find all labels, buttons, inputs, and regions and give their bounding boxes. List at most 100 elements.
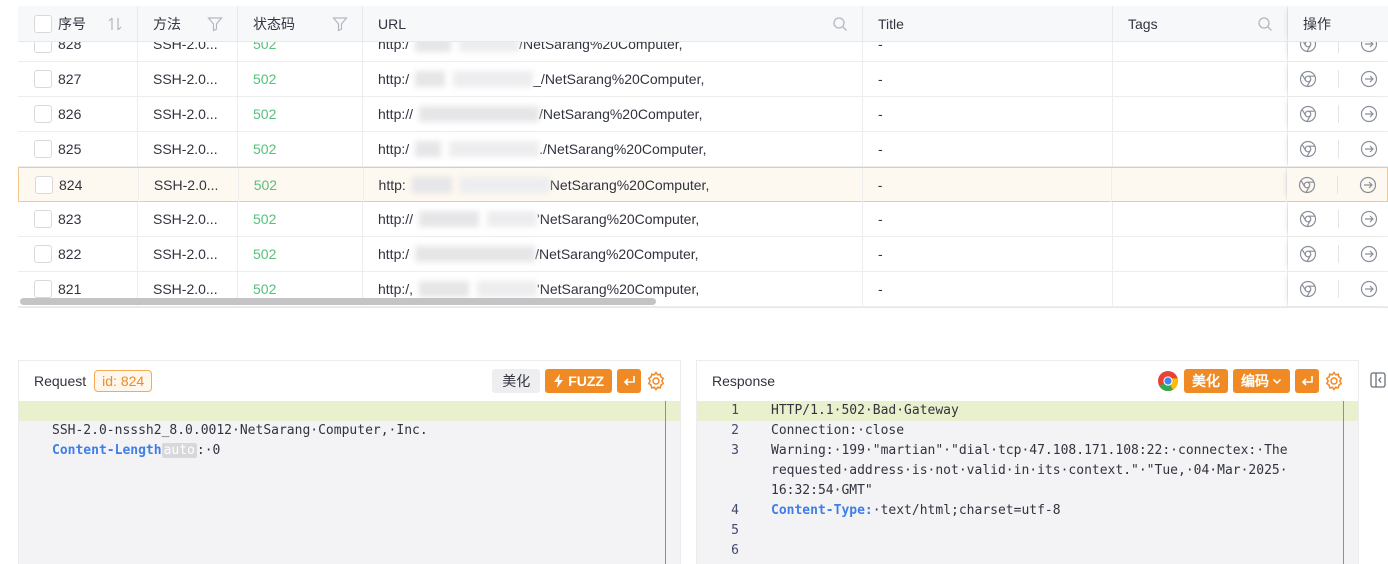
redacted-host bbox=[411, 177, 452, 193]
header-url[interactable]: URL bbox=[363, 6, 863, 42]
cell-title: - bbox=[863, 237, 1113, 271]
redacted-host bbox=[419, 281, 470, 297]
arrow-right-circle-icon[interactable] bbox=[1360, 70, 1378, 88]
wrap-icon bbox=[1301, 376, 1313, 386]
ops-divider bbox=[1337, 280, 1339, 298]
arrow-right-circle-icon[interactable] bbox=[1359, 176, 1377, 194]
arrow-right-circle-icon[interactable] bbox=[1360, 210, 1378, 228]
url-prefix: http:// bbox=[378, 211, 414, 227]
arrow-right-circle-icon[interactable] bbox=[1360, 105, 1378, 123]
cell-method: SSH-2.0... bbox=[138, 97, 238, 131]
cell-index: 824 bbox=[19, 168, 139, 202]
response-editor[interactable]: 1 HTTP/1.1·502·Bad·Gateway 2 Connection:·cl… bbox=[697, 401, 1358, 564]
header-value: ·text/html;charset=utf-8 bbox=[872, 503, 1061, 518]
row-checkbox[interactable] bbox=[34, 140, 52, 158]
arrow-right-circle-icon[interactable] bbox=[1360, 245, 1378, 263]
row-id: 823 bbox=[58, 211, 82, 227]
redacted-host bbox=[453, 71, 534, 87]
row-checkbox[interactable] bbox=[34, 245, 52, 263]
response-line: 3 Warning:·199·"martian"·"dial·tcp·47.108… bbox=[697, 441, 1358, 461]
cell-url: http:/ /NetSarang%20Computer, bbox=[363, 237, 863, 271]
url-suffix: NetSarang%20Computer, bbox=[549, 177, 710, 193]
chrome-icon[interactable] bbox=[1299, 70, 1317, 88]
select-all-checkbox[interactable] bbox=[34, 15, 52, 33]
row-checkbox[interactable] bbox=[34, 70, 52, 88]
chrome-icon[interactable] bbox=[1299, 245, 1317, 263]
table-row[interactable]: 824 SSH-2.0... 502 http: NetSarang%20Compute… bbox=[18, 167, 1388, 202]
header-url-label: URL bbox=[378, 16, 407, 32]
response-beautify-button[interactable]: 美化 bbox=[1184, 369, 1228, 393]
table-row[interactable]: 825 SSH-2.0... 502 http:/ ./NetSarang%20Comp… bbox=[18, 132, 1388, 167]
header-key: Content-Length bbox=[52, 443, 162, 458]
table-row[interactable]: 827 SSH-2.0... 502 http:/ _/NetSarang%20Comp… bbox=[18, 62, 1388, 97]
request-beautify-button[interactable]: 美化 bbox=[492, 369, 541, 393]
response-wrap-button[interactable] bbox=[1295, 369, 1319, 393]
row-checkbox[interactable] bbox=[34, 210, 52, 228]
editor-scroll-guide bbox=[1343, 401, 1344, 564]
search-icon[interactable] bbox=[1257, 16, 1273, 32]
filter-icon[interactable] bbox=[332, 16, 348, 32]
encode-dropdown[interactable]: 编码 bbox=[1233, 369, 1290, 393]
cell-url: http:// 'NetSarang%20Computer, bbox=[363, 202, 863, 236]
line-number: 5 bbox=[731, 523, 739, 538]
response-header: Response 美化 编码 bbox=[697, 361, 1358, 401]
chrome-icon[interactable] bbox=[1299, 105, 1317, 123]
row-checkbox[interactable] bbox=[34, 280, 52, 298]
cell-method: SSH-2.0... bbox=[138, 202, 238, 236]
header-title[interactable]: Title bbox=[863, 6, 1113, 42]
sort-icon[interactable] bbox=[107, 16, 123, 32]
table-row[interactable]: 823 SSH-2.0... 502 http:// 'NetSarang%20Comp… bbox=[18, 202, 1388, 237]
response-line: 1 HTTP/1.1·502·Bad·Gateway bbox=[697, 401, 1358, 421]
request-title: Request bbox=[34, 373, 87, 389]
header-ops-label: 操作 bbox=[1303, 16, 1331, 32]
request-id-tag: id: 824 bbox=[94, 370, 153, 392]
search-icon[interactable] bbox=[832, 16, 848, 32]
request-header: Request id: 824 美化 FUZZ bbox=[19, 361, 680, 401]
row-id: 826 bbox=[58, 106, 82, 122]
url-suffix: ./NetSarang%20Computer, bbox=[539, 141, 707, 157]
header-status[interactable]: 状态码 bbox=[238, 6, 363, 42]
cell-status: 502 bbox=[238, 132, 363, 166]
arrow-right-circle-icon[interactable] bbox=[1360, 280, 1378, 298]
request-wrap-button[interactable] bbox=[617, 369, 641, 393]
chrome-icon[interactable] bbox=[1299, 280, 1317, 298]
row-id: 821 bbox=[58, 281, 82, 297]
chrome-icon[interactable] bbox=[1298, 176, 1316, 194]
cell-ops bbox=[1288, 62, 1388, 96]
fuzz-button[interactable]: FUZZ bbox=[545, 369, 612, 393]
request-editor[interactable]: SSH-2.0-nsssh2_8.0.0012·NetSarang·Comput… bbox=[19, 401, 680, 564]
gear-icon[interactable] bbox=[646, 371, 666, 391]
row-id: 822 bbox=[58, 246, 82, 262]
header-value: :·0 bbox=[196, 443, 221, 458]
header-index[interactable]: 序号 bbox=[18, 6, 138, 42]
line-number: 4 bbox=[731, 503, 739, 518]
response-line: requested·address·is·not·valid·in·its·co… bbox=[697, 461, 1358, 481]
arrow-right-circle-icon[interactable] bbox=[1360, 140, 1378, 158]
line-number: 2 bbox=[731, 423, 739, 438]
url-prefix: http:// bbox=[378, 106, 414, 122]
chrome-icon[interactable] bbox=[1299, 140, 1317, 158]
redacted-host bbox=[419, 106, 540, 122]
cell-index: 827 bbox=[18, 62, 138, 96]
row-checkbox[interactable] bbox=[34, 105, 52, 123]
request-line: Content-Length auto:·0 bbox=[19, 421, 680, 458]
url-prefix: http: bbox=[378, 177, 406, 193]
header-method[interactable]: 方法 bbox=[138, 6, 238, 42]
response-line-text: HTTP/1.1·502·Bad·Gateway bbox=[771, 403, 959, 418]
ops-divider bbox=[1337, 140, 1339, 158]
row-checkbox[interactable] bbox=[35, 176, 53, 194]
horizontal-scrollbar[interactable] bbox=[20, 298, 656, 305]
table-row[interactable]: 822 SSH-2.0... 502 http:/ /NetSarang%20Compu… bbox=[18, 237, 1388, 272]
sidebar-collapse-icon[interactable] bbox=[1369, 371, 1387, 389]
row-id: 825 bbox=[58, 141, 82, 157]
response-title: Response bbox=[712, 373, 776, 389]
chrome-icon[interactable] bbox=[1299, 210, 1317, 228]
gear-icon[interactable] bbox=[1324, 371, 1344, 391]
table-row[interactable]: 826 SSH-2.0... 502 http:// /NetSarang%20Comp… bbox=[18, 97, 1388, 132]
chrome-icon[interactable] bbox=[1157, 370, 1179, 392]
header-tags[interactable]: Tags bbox=[1113, 6, 1288, 42]
filter-icon[interactable] bbox=[207, 16, 223, 32]
header-index-label: 序号 bbox=[58, 16, 86, 32]
cell-tags bbox=[1113, 62, 1288, 96]
url-suffix: 'NetSarang%20Computer, bbox=[537, 281, 700, 297]
